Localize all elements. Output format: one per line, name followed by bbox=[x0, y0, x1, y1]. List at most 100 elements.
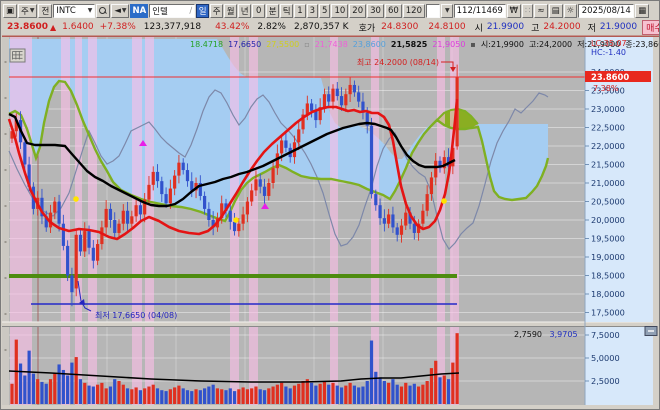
svg-text:20,0000: 20,0000 bbox=[591, 215, 625, 225]
window-icon[interactable]: ▣ bbox=[3, 3, 18, 18]
bar-pos: 112 bbox=[456, 5, 473, 16]
buy-button[interactable]: 매수 bbox=[642, 19, 659, 35]
period-button-년[interactable]: 년 bbox=[238, 3, 252, 18]
change-percent: +7.38% bbox=[99, 22, 136, 32]
volume-ma-value-1: 2,7590 bbox=[514, 330, 542, 339]
symbol-name-field[interactable]: 인텔 ∕ bbox=[149, 3, 196, 18]
svg-text:5,0000: 5,0000 bbox=[591, 353, 620, 363]
chevron-down-icon: ▼ bbox=[445, 7, 450, 14]
interval-dropdown[interactable]: ▼ bbox=[441, 3, 453, 18]
interval-button-20[interactable]: 20 bbox=[349, 3, 367, 18]
dots-icon[interactable]: ∷ bbox=[522, 3, 534, 18]
interval-button-120[interactable]: 120 bbox=[402, 3, 425, 18]
speaker-button[interactable]: ◄ ▼ bbox=[111, 3, 130, 18]
volume-value: 123,377,918 bbox=[143, 22, 202, 32]
legend-item-12: 종:23,8600 bbox=[625, 40, 659, 49]
volume-legend: 2,7590 3,9705 bbox=[509, 330, 578, 339]
svg-text:7,5000: 7,5000 bbox=[591, 330, 620, 340]
ask-price: 24.8300 bbox=[381, 22, 419, 32]
settings-button[interactable]: ☼ bbox=[563, 3, 578, 18]
high-label: 고 bbox=[531, 23, 540, 34]
period-button-일[interactable]: 일 bbox=[196, 3, 210, 18]
svg-text:2,5000: 2,5000 bbox=[591, 376, 620, 386]
svg-text:22,5000: 22,5000 bbox=[591, 123, 625, 133]
save-button[interactable]: ▤ bbox=[548, 3, 563, 18]
svg-text:17,5000: 17,5000 bbox=[591, 308, 625, 318]
last-price: 23.8600 bbox=[7, 22, 48, 32]
bar-total: /11469 bbox=[472, 5, 503, 16]
interval-button-60[interactable]: 60 bbox=[384, 3, 402, 18]
period-buttons: 일주월년0분틱 bbox=[196, 3, 294, 18]
pen-icon: ∕ bbox=[189, 5, 193, 16]
period-button-분[interactable]: 분 bbox=[266, 3, 280, 18]
hoga-label: 호가 bbox=[358, 23, 376, 34]
svg-text:7.38%: 7.38% bbox=[593, 84, 619, 93]
bid-price: 24.8100 bbox=[428, 22, 466, 32]
legend-item-6: 21,5825 bbox=[390, 40, 428, 49]
legend-item-9: 시:21,9900 bbox=[480, 40, 524, 49]
trade-value: 2,870,357 K bbox=[293, 22, 349, 32]
custom-interval-field[interactable] bbox=[426, 3, 440, 18]
open-label: 시 bbox=[474, 23, 483, 34]
volatility-percent: 2.82% bbox=[257, 22, 286, 32]
volume-ma-value-2: 3,9705 bbox=[549, 330, 578, 339]
interval-button-1[interactable]: 1 bbox=[294, 3, 306, 18]
quote-strip: 23.8600 ▲ 1.6400 +7.38% 123,377,918 43.4… bbox=[3, 19, 659, 35]
svg-text:22,0000: 22,0000 bbox=[591, 141, 625, 151]
low-label: 저 bbox=[587, 23, 596, 34]
search-icon bbox=[99, 6, 107, 15]
legend-item-4: 21,7438 bbox=[314, 40, 348, 49]
change-value: 1.6400 bbox=[62, 22, 94, 32]
symbol-text: INTC bbox=[56, 5, 76, 16]
prev-button[interactable]: 전 bbox=[38, 3, 53, 18]
open-price: 21.9900 bbox=[486, 22, 525, 32]
svg-text:21,0000: 21,0000 bbox=[591, 178, 625, 188]
svg-text:23.8600: 23.8600 bbox=[591, 72, 629, 82]
low-price: 21.9000 bbox=[599, 22, 638, 32]
market-badge: NA bbox=[130, 3, 149, 18]
grid-settings-button[interactable] bbox=[9, 48, 26, 63]
search-button[interactable] bbox=[96, 3, 111, 18]
date-field[interactable]: 2025/08/14 bbox=[578, 3, 635, 18]
period-button-월[interactable]: 월 bbox=[224, 3, 238, 18]
legend-item-1: 17,6650 bbox=[228, 40, 262, 49]
interval-button-30[interactable]: 30 bbox=[367, 3, 384, 18]
period-button-틱[interactable]: 틱 bbox=[280, 3, 294, 18]
high-price: 24.2000 bbox=[543, 22, 581, 32]
svg-text:최고 24.2000 (08/14): 최고 24.2000 (08/14) bbox=[357, 57, 439, 67]
legend-item-5: 23,8600 bbox=[352, 40, 386, 49]
price-axis[interactable]: 24,000023,500023,000022,500022,000021,50… bbox=[584, 37, 658, 405]
svg-text:18,0000: 18,0000 bbox=[591, 289, 625, 299]
currency-button[interactable]: ₩ bbox=[506, 3, 522, 18]
legend-item-0: 18.4718 bbox=[190, 40, 224, 49]
lc-value: LC:35.07 bbox=[591, 39, 627, 48]
interval-button-3[interactable]: 3 bbox=[306, 3, 319, 18]
svg-text:19,0000: 19,0000 bbox=[591, 252, 625, 262]
up-arrow-icon: ▲ bbox=[50, 22, 57, 32]
bar-position-field[interactable]: 112/11469 bbox=[453, 3, 506, 18]
indicator-legend: 18.4718 17,6650 27,5500 ▫ 21,7438 23,8600 21,5… bbox=[190, 40, 659, 50]
interval-button-10[interactable]: 10 bbox=[331, 3, 349, 18]
interval-button-5[interactable]: 5 bbox=[319, 3, 331, 18]
svg-text:20,5000: 20,5000 bbox=[591, 197, 625, 207]
chart-kind-label: 주 bbox=[21, 6, 29, 17]
period-button-주[interactable]: 주 bbox=[210, 3, 224, 18]
chevron-down-icon: ▼ bbox=[29, 7, 35, 14]
calendar-icon[interactable]: ▦ bbox=[635, 3, 650, 18]
legend-item-10: 고:24,2000 bbox=[528, 40, 573, 49]
svg-text:19,5000: 19,5000 bbox=[591, 234, 625, 244]
turnover-percent: 43.42% bbox=[215, 22, 250, 32]
symbol-input[interactable]: INTC ▼ bbox=[53, 3, 96, 18]
chevron-down-icon: ▼ bbox=[121, 7, 127, 14]
svg-text:18,5000: 18,5000 bbox=[591, 271, 625, 281]
period-button-0[interactable]: 0 bbox=[252, 3, 266, 18]
stock-chart-window: 최고 24.2000 (08/14)최저 17,6650 (04/08)24,0… bbox=[0, 0, 660, 410]
lc-hc-readout: LC:35.07 HC:-1.40 bbox=[591, 39, 627, 57]
toolbar-main: ▣ 주 ▼ 전 INTC ▼ ◄ ▼ NA 인텔 ∕ 일주월년0분틱 1 3 5 10 20 30… bbox=[3, 3, 657, 18]
svg-text:23,0000: 23,0000 bbox=[591, 104, 625, 114]
chart-canvas[interactable]: 최고 24.2000 (08/14)최저 17,6650 (04/08)24,0… bbox=[1, 1, 660, 410]
wave-tool-button[interactable]: ≈ bbox=[534, 3, 548, 18]
chart-kind-combo[interactable]: 주 ▼ bbox=[18, 3, 38, 18]
svg-text:21,5000: 21,5000 bbox=[591, 160, 625, 170]
speaker-icon: ◄ bbox=[114, 5, 121, 16]
